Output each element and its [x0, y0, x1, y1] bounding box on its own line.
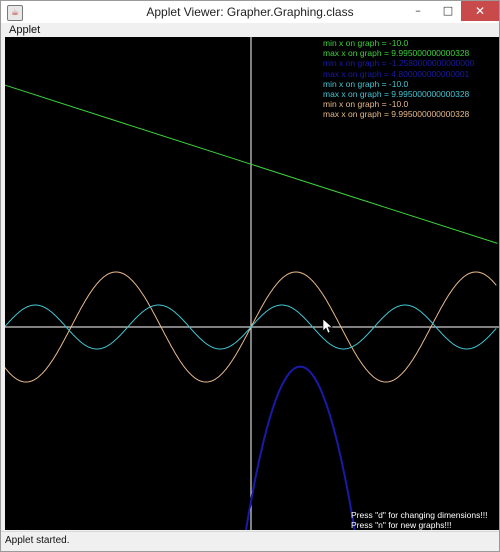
range-info-line: min x on graph = -10.0 — [323, 99, 409, 110]
hint-change-dimensions: Press "d" for changing dimensions!!! — [351, 510, 488, 520]
menu-applet[interactable]: Applet — [9, 24, 40, 36]
status-bar: Applet started. — [1, 531, 499, 551]
range-info-line: min x on graph = -1.2580000000000000 — [323, 58, 475, 69]
range-info-line: min x on graph = -10.0 — [323, 38, 409, 48]
status-text: Applet started. — [5, 535, 70, 546]
range-info-line: max x on graph = 9.995000000000328 — [323, 109, 470, 120]
close-button[interactable]: ✕ — [461, 1, 499, 21]
minimize-button[interactable]: – — [403, 1, 433, 21]
range-info-line: max x on graph = 9.995000000000328 — [323, 89, 470, 99]
mouse-pointer-icon — [322, 318, 333, 334]
applet-viewer-window: ☕ Applet Viewer: Grapher.Graphing.class … — [0, 0, 500, 552]
hint-new-graphs: Press "n" for new graphs!!! — [351, 520, 452, 530]
range-info-line: max x on graph = 4.800000000000001 — [323, 68, 470, 79]
parabola-curve — [244, 365, 356, 530]
graph-canvas[interactable]: min x on graph = -10.0 max x on graph = 9… — [5, 37, 499, 530]
range-info-line: max x on graph = 9.995000000000328 — [323, 48, 470, 59]
title-bar[interactable]: ☕ Applet Viewer: Grapher.Graphing.class … — [1, 1, 499, 23]
menu-bar: Applet — [1, 23, 499, 37]
maximize-button[interactable]: □ — [433, 1, 463, 21]
range-info-line: min x on graph = -10.0 — [323, 78, 409, 89]
